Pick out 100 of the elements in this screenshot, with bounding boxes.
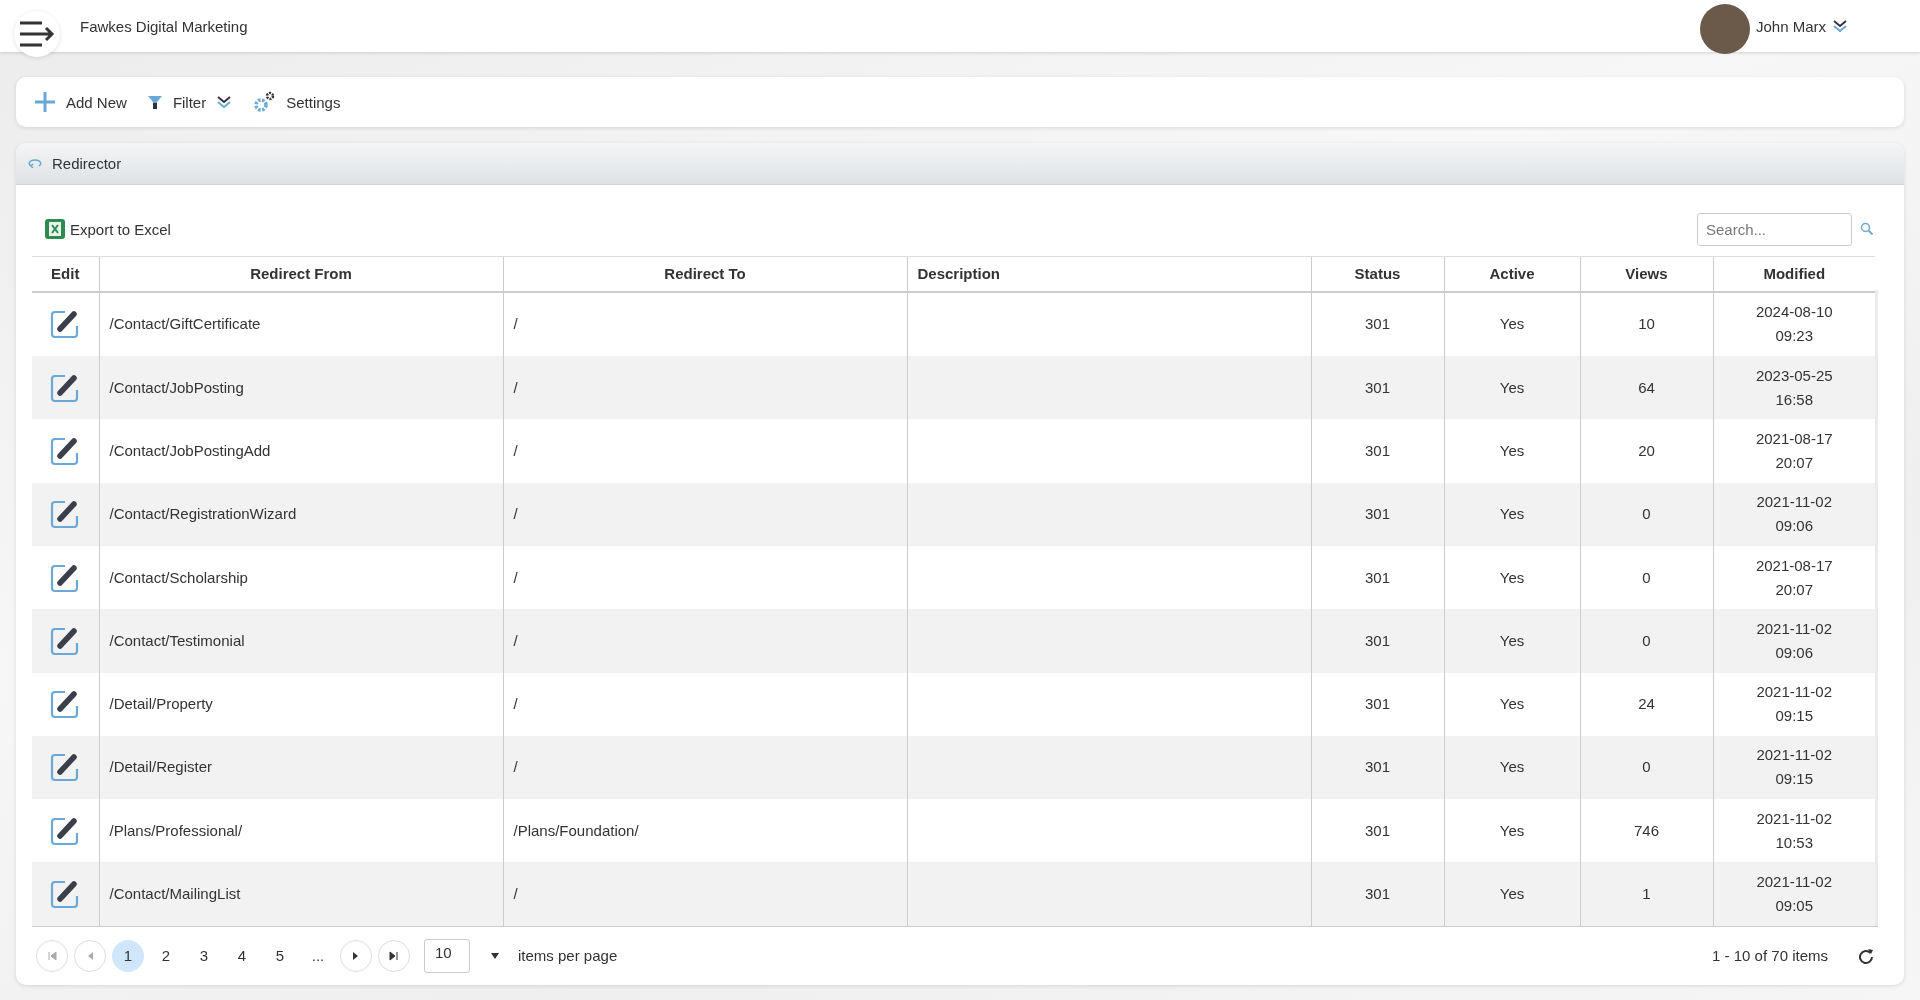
menu-icon [18, 21, 56, 47]
last-page-icon [389, 950, 399, 961]
table-cell: 301 [1311, 672, 1444, 736]
spreadsheet-icon [44, 218, 66, 241]
user-menu-button[interactable] [1832, 19, 1848, 33]
table-cell: 2021-11-02 09:06 [1713, 482, 1875, 546]
table-cell: / [503, 862, 907, 926]
page-button[interactable]: 2 [150, 939, 182, 972]
edit-icon [50, 436, 81, 467]
column-header[interactable]: Status [1311, 256, 1444, 292]
table-cell: 301 [1311, 356, 1444, 420]
user-name: John Marx [1755, 17, 1826, 35]
gears-icon [252, 91, 277, 113]
table-cell: 301 [1311, 419, 1444, 483]
edit-button[interactable] [50, 625, 81, 656]
company-name: Fawkes Digital Marketing [80, 17, 248, 35]
table-cell: 20 [1580, 419, 1713, 483]
export-button[interactable]: Export to Excel [44, 218, 171, 241]
search-field[interactable]: Search... [1697, 212, 1852, 246]
refresh-icon [1858, 947, 1874, 964]
toolbar-button[interactable]: Settings [252, 87, 341, 117]
plus-icon [34, 91, 56, 113]
chevron-down-icon [216, 95, 233, 109]
edit-icon [50, 625, 81, 656]
pager-summary: 1 - 10 of 70 items [1712, 947, 1828, 965]
table-cell: 0 [1580, 609, 1713, 673]
refresh-button[interactable] [1858, 947, 1874, 964]
next-page-icon [352, 950, 360, 961]
edit-button[interactable] [50, 499, 81, 530]
menu-button[interactable] [14, 11, 60, 57]
edit-icon [50, 372, 81, 403]
edit-icon [50, 562, 81, 593]
edit-button[interactable] [50, 309, 81, 340]
edit-icon [50, 499, 81, 530]
table-cell: / [503, 356, 907, 420]
page-size-field[interactable]: 10 [424, 938, 470, 973]
table-cell: 0 [1580, 482, 1713, 546]
table-cell: /Contact/JobPosting [99, 356, 503, 420]
table-cell: Yes [1444, 609, 1580, 673]
table-cell: / [503, 735, 907, 800]
table-cell: / [503, 482, 907, 546]
column-header[interactable]: Views [1580, 256, 1713, 292]
filter-icon [146, 94, 163, 110]
table-cell: 2023-05-25 16:58 [1713, 356, 1875, 420]
items-per-page-label: items per page [518, 947, 618, 965]
table-cell: /Contact/MailingList [99, 862, 503, 926]
table-cell: 301 [1311, 735, 1444, 800]
edit-button[interactable] [50, 372, 81, 403]
table-cell: 0 [1580, 735, 1713, 800]
last-page-button[interactable] [378, 939, 410, 972]
more-pages[interactable]: ... [302, 947, 334, 965]
table-cell: Yes [1444, 419, 1580, 483]
chevron-down-icon [1832, 19, 1848, 33]
edit-button[interactable] [50, 752, 81, 783]
table-cell: 301 [1311, 862, 1444, 926]
edit-icon [50, 689, 81, 720]
table-cell: / [503, 419, 907, 483]
table-cell: Yes [1444, 482, 1580, 546]
table-cell: Yes [1444, 672, 1580, 736]
table-cell: 2021-11-02 09:05 [1713, 862, 1875, 926]
table-cell: /Detail/Property [99, 672, 503, 736]
edit-button[interactable] [50, 689, 81, 720]
page-button[interactable]: 1 [112, 939, 144, 972]
table-cell: /Contact/Testimonial [99, 609, 503, 673]
page-button[interactable]: 4 [226, 939, 258, 972]
edit-icon [50, 879, 81, 910]
table-cell: / [503, 609, 907, 673]
table-cell: / [503, 672, 907, 736]
table-cell: 301 [1311, 482, 1444, 546]
edit-icon [50, 752, 81, 783]
panel-title: Redirector [52, 154, 122, 172]
column-header[interactable]: Description [907, 256, 1311, 292]
table-cell: 64 [1580, 356, 1713, 420]
edit-button[interactable] [50, 436, 81, 467]
table-cell: 24 [1580, 672, 1713, 736]
edit-button[interactable] [50, 879, 81, 910]
toolbar-button[interactable]: Add New [34, 87, 127, 117]
column-header[interactable]: Redirect To [503, 256, 907, 292]
column-header[interactable]: Edit [32, 256, 99, 292]
page-button[interactable]: 5 [264, 939, 296, 972]
table-cell: Yes [1444, 735, 1580, 800]
column-header[interactable]: Active [1444, 256, 1580, 292]
table-cell: /Contact/RegistrationWizard [99, 482, 503, 546]
table-cell: Yes [1444, 862, 1580, 926]
previous-page-icon [86, 950, 94, 961]
table-cell: 2021-11-02 09:06 [1713, 609, 1875, 673]
edit-button[interactable] [50, 815, 81, 846]
search-icon [1860, 222, 1874, 237]
table-cell: /Detail/Register [99, 735, 503, 800]
column-header[interactable]: Modified [1713, 256, 1875, 292]
table-cell: 301 [1311, 609, 1444, 673]
user-avatar [1699, 4, 1750, 54]
dropdown-caret-icon[interactable] [490, 951, 500, 960]
column-header[interactable]: Redirect From [99, 256, 503, 292]
edit-button[interactable] [50, 562, 81, 593]
edit-icon [50, 815, 81, 846]
page-button[interactable]: 3 [188, 939, 220, 972]
table-cell: 1 [1580, 862, 1713, 926]
table-cell: Yes [1444, 356, 1580, 420]
toolbar-button[interactable]: Filter [146, 89, 233, 115]
